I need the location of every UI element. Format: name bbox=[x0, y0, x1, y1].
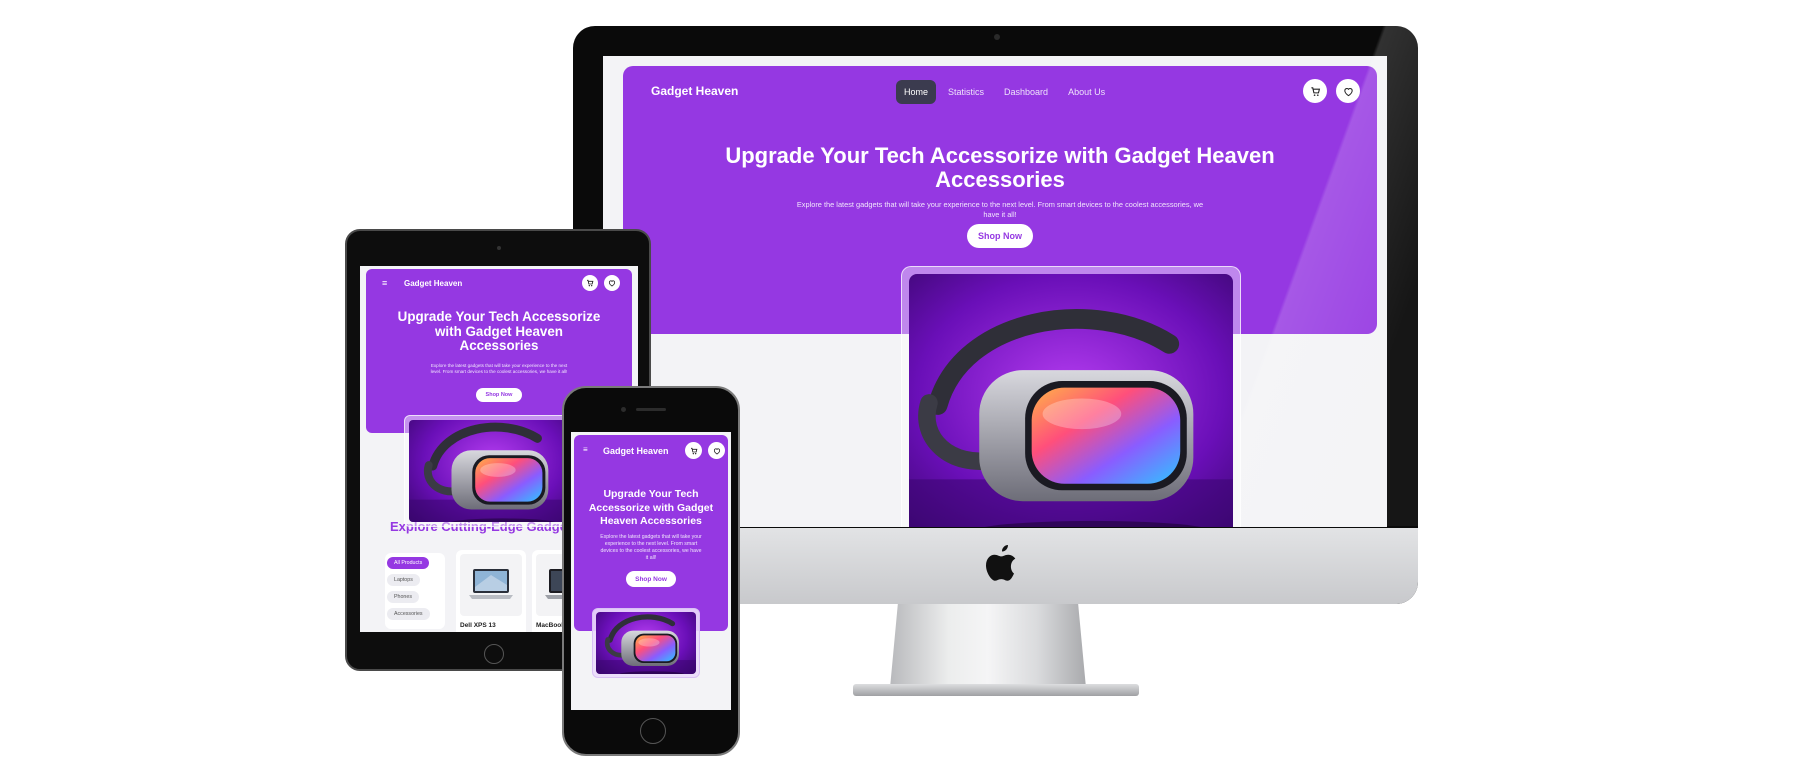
hero-banner-frame bbox=[592, 608, 700, 678]
brand-logo[interactable]: Gadget Heaven bbox=[404, 279, 462, 288]
hero-banner-frame bbox=[404, 415, 582, 527]
desktop-navbar: Gadget Heaven Home Statistics Dashboard … bbox=[623, 66, 1377, 122]
mobile-hero-banner: ≡ Gadget Heaven Upgrade Your Tech Access… bbox=[574, 435, 728, 631]
shop-now-button[interactable]: Shop Now bbox=[476, 388, 522, 402]
imac-stand bbox=[890, 604, 1086, 688]
laptop-icon bbox=[469, 569, 513, 599]
hero-subtitle: Explore the latest gadgets that will tak… bbox=[796, 200, 1204, 219]
iphone-camera bbox=[621, 407, 626, 412]
desktop-hero-banner: Gadget Heaven Home Statistics Dashboard … bbox=[623, 66, 1377, 527]
heart-icon[interactable] bbox=[708, 442, 725, 459]
hero-title: Upgrade Your Tech Accessorize with Gadge… bbox=[588, 488, 714, 527]
vr-headset-image bbox=[596, 612, 696, 674]
nav-home[interactable]: Home bbox=[896, 80, 937, 104]
device-mockup-stage: Gadget Heaven Home Statistics Dashboard … bbox=[0, 0, 1800, 760]
category-sidebar: All Products Laptops Phones Accessories bbox=[385, 553, 445, 629]
vr-headset-image bbox=[409, 420, 577, 522]
product-card[interactable]: Dell XPS 13 bbox=[456, 550, 526, 632]
ipad-camera bbox=[497, 246, 501, 250]
category-accessories[interactable]: Accessories bbox=[387, 608, 430, 620]
cart-icon[interactable] bbox=[685, 442, 702, 459]
iphone-frame: ≡ Gadget Heaven Upgrade Your Tech Access… bbox=[562, 386, 740, 756]
mobile-viewport: ≡ Gadget Heaven Upgrade Your Tech Access… bbox=[571, 432, 731, 710]
cart-icon[interactable] bbox=[582, 275, 598, 291]
imac-camera bbox=[994, 34, 1000, 40]
apple-logo-icon bbox=[986, 545, 1016, 581]
iphone-speaker bbox=[636, 408, 666, 411]
hero-title: Upgrade Your Tech Accessorize with Gadge… bbox=[725, 143, 1275, 192]
imac-stand-base bbox=[853, 684, 1139, 696]
brand-logo[interactable]: Gadget Heaven bbox=[603, 446, 669, 456]
nav-about-us[interactable]: About Us bbox=[1060, 80, 1113, 104]
category-phones[interactable]: Phones bbox=[387, 591, 419, 603]
nav-icon-group bbox=[685, 442, 725, 459]
nav-links: Home Statistics Dashboard About Us bbox=[896, 80, 1113, 104]
hero-subtitle: Explore the latest gadgets that will tak… bbox=[600, 534, 702, 561]
hero-banner-frame bbox=[901, 266, 1241, 527]
nav-icon-group bbox=[582, 275, 620, 291]
vr-headset-image bbox=[909, 274, 1233, 527]
cart-icon[interactable] bbox=[1303, 79, 1327, 103]
category-laptops[interactable]: Laptops bbox=[387, 574, 420, 586]
product-name: Dell XPS 13 bbox=[460, 622, 496, 629]
nav-statistics[interactable]: Statistics bbox=[940, 80, 992, 104]
brand-logo[interactable]: Gadget Heaven bbox=[651, 84, 738, 98]
nav-dashboard[interactable]: Dashboard bbox=[996, 80, 1056, 104]
category-all-products[interactable]: All Products bbox=[387, 557, 430, 569]
iphone-home-button[interactable] bbox=[640, 718, 666, 744]
shop-now-button[interactable]: Shop Now bbox=[626, 571, 676, 587]
heart-icon[interactable] bbox=[604, 275, 620, 291]
nav-icon-group bbox=[1303, 79, 1360, 103]
ipad-home-button[interactable] bbox=[484, 644, 504, 664]
menu-icon[interactable]: ≡ bbox=[583, 445, 588, 454]
product-image bbox=[460, 554, 522, 616]
shop-now-button[interactable]: Shop Now bbox=[967, 224, 1033, 248]
menu-icon[interactable]: ≡ bbox=[382, 278, 387, 288]
heart-icon[interactable] bbox=[1336, 79, 1360, 103]
hero-title: Upgrade Your Tech Accessorize with Gadge… bbox=[397, 309, 601, 353]
hero-subtitle: Explore the latest gadgets that will tak… bbox=[430, 363, 568, 375]
